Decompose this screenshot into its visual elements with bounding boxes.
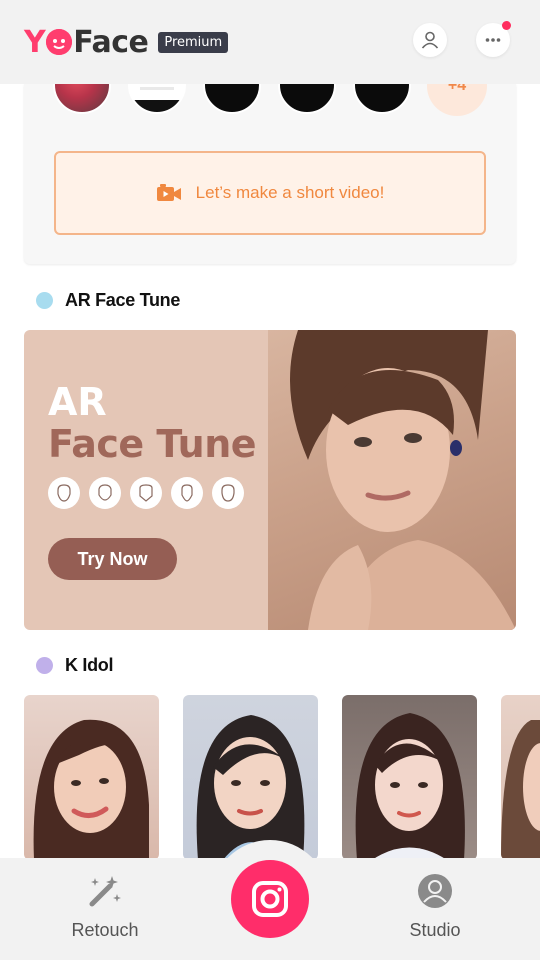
app-header: Y Face Premium — [0, 0, 540, 84]
logo-word: Face — [73, 24, 149, 60]
k-idol-card-1[interactable] — [24, 695, 159, 860]
retouch-label: Retouch — [71, 920, 139, 940]
section-dot — [36, 292, 53, 309]
short-video-card: +4 Let’s make a short video! — [24, 56, 516, 264]
section-header-k-idol: K Idol — [36, 655, 114, 676]
ar-face-tune-banner[interactable]: AR Face Tune Try Now — [24, 330, 516, 630]
messages-button[interactable] — [476, 21, 511, 57]
model-illustration — [290, 330, 516, 630]
retouch-tab[interactable]: Retouch — [50, 872, 160, 941]
make-short-video-label: Let’s make a short video! — [195, 183, 385, 202]
logo-wordmark: Y Face — [24, 24, 149, 60]
section-title: AR Face Tune — [65, 290, 181, 310]
notification-dot — [502, 21, 511, 30]
premium-badge[interactable]: Premium — [158, 31, 229, 53]
profile-button[interactable] — [413, 23, 447, 57]
banner-title-line-1: AR — [48, 380, 107, 424]
section-header-ar-face-tune: AR Face Tune — [36, 290, 180, 311]
idol-portrait — [355, 713, 465, 860]
camera-icon — [252, 881, 288, 917]
face-shape-icon — [130, 477, 162, 509]
studio-tab[interactable]: Studio — [380, 872, 490, 941]
logo-letter: Y — [24, 24, 46, 60]
app-screen: Y Face Premium +4 Let’s make a short vid… — [0, 0, 540, 960]
face-shape-icon — [212, 477, 244, 509]
try-now-button[interactable]: Try Now — [48, 538, 177, 580]
app-logo: Y Face Premium — [24, 24, 229, 60]
section-title: K Idol — [65, 655, 114, 675]
face-shape-icon — [48, 477, 80, 509]
face-shape-icon — [89, 477, 121, 509]
idol-portrait — [501, 720, 540, 860]
model-photo — [268, 330, 516, 630]
camera-button-container — [211, 840, 329, 958]
studio-profile-icon — [418, 874, 452, 908]
k-idol-card-3[interactable] — [342, 695, 477, 860]
face-shape-icons — [48, 477, 244, 509]
studio-label: Studio — [409, 920, 461, 940]
idol-portrait — [196, 715, 318, 860]
face-shape-icon — [171, 477, 203, 509]
k-idol-card-4[interactable] — [501, 695, 540, 860]
user-icon — [421, 31, 439, 49]
section-dot — [36, 657, 53, 674]
logo-face-icon — [46, 29, 73, 55]
k-idol-card-2[interactable] — [183, 695, 318, 860]
video-camera-icon — [156, 184, 181, 201]
idol-portrait — [33, 719, 150, 860]
magic-wand-icon — [89, 876, 121, 907]
camera-button[interactable] — [231, 860, 309, 938]
make-short-video-button[interactable]: Let’s make a short video! — [54, 151, 486, 235]
banner-title-line-2: Face Tune — [48, 422, 257, 466]
chat-more-icon — [485, 38, 501, 42]
bottom-navigation: Retouch Studio — [0, 840, 540, 960]
